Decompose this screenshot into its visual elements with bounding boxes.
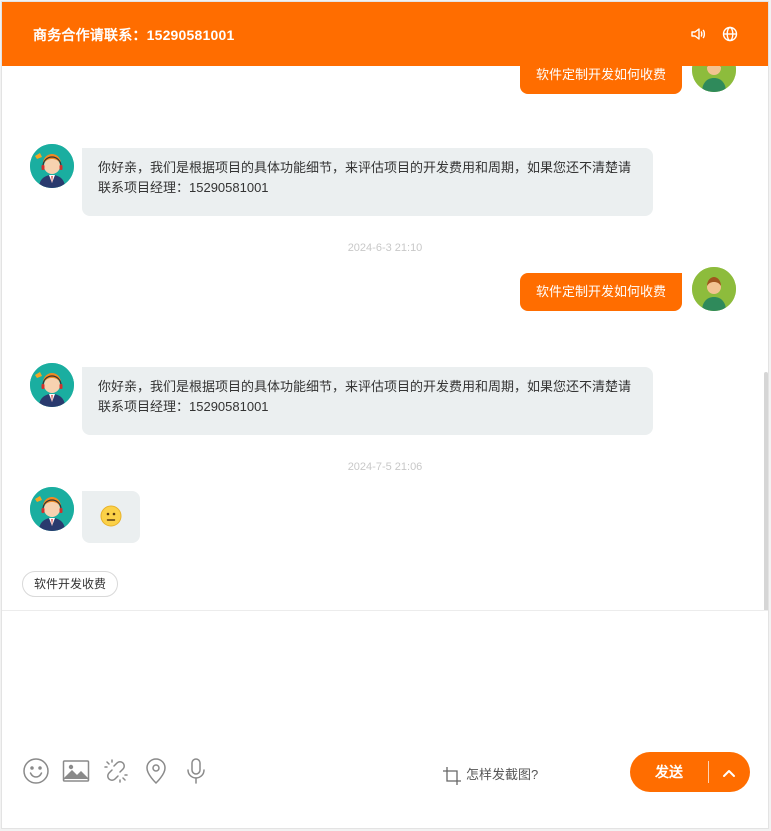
user-avatar [692,267,736,311]
screenshot-tip[interactable]: 怎样发截图? [442,764,538,786]
timestamp: 2024-6-3 21:10 [347,242,423,254]
chat-window: 商务合作请联系：15290581001 软件定制开发如何收费 你好亲，我们是根据… [1,1,769,829]
link-icon[interactable] [102,757,130,785]
agent-avatar [30,363,74,407]
quick-reply-chip[interactable]: 软件开发收费 [22,571,119,597]
user-message-bubble: 软件定制开发如何收费 [519,273,682,311]
header-title: 商务合作请联系：15290581001 [33,27,235,43]
crop-icon [442,766,466,785]
send-button[interactable]: 发送 [630,752,708,792]
send-button-group: 发送 [630,752,750,792]
agent-emoji-bubble [82,491,140,543]
screenshot-tip-label: 怎样发截图? [466,767,539,782]
location-icon[interactable] [142,757,170,785]
timestamp: 2024-7-5 21:06 [347,461,423,473]
image-icon[interactable] [62,757,90,785]
message-input[interactable] [2,611,768,741]
agent-message-bubble: 你好亲，我们是根据项目的具体功能细节，来评估项目的开发费用和周期，如果您还不清楚… [82,367,653,435]
message-list[interactable]: 软件定制开发如何收费 你好亲，我们是根据项目的具体功能细节，来评估项目的开发费用… [2,66,768,610]
message-scrollbar[interactable] [764,372,768,612]
speaker-icon[interactable] [690,26,706,42]
chat-header: 商务合作请联系：15290581001 [2,2,768,66]
emoji-icon[interactable] [22,757,50,785]
send-options-button[interactable] [709,752,750,792]
agent-avatar [30,487,74,531]
agent-avatar [30,144,74,188]
user-avatar [692,66,736,92]
microphone-icon[interactable] [182,757,210,785]
globe-icon[interactable] [722,26,738,42]
chevron-up-icon [722,766,736,784]
confused-face-icon [100,505,122,533]
agent-message-bubble: 你好亲，我们是根据项目的具体功能细节，来评估项目的开发费用和周期，如果您还不清楚… [82,148,653,216]
user-message-bubble: 软件定制开发如何收费 [519,66,682,94]
